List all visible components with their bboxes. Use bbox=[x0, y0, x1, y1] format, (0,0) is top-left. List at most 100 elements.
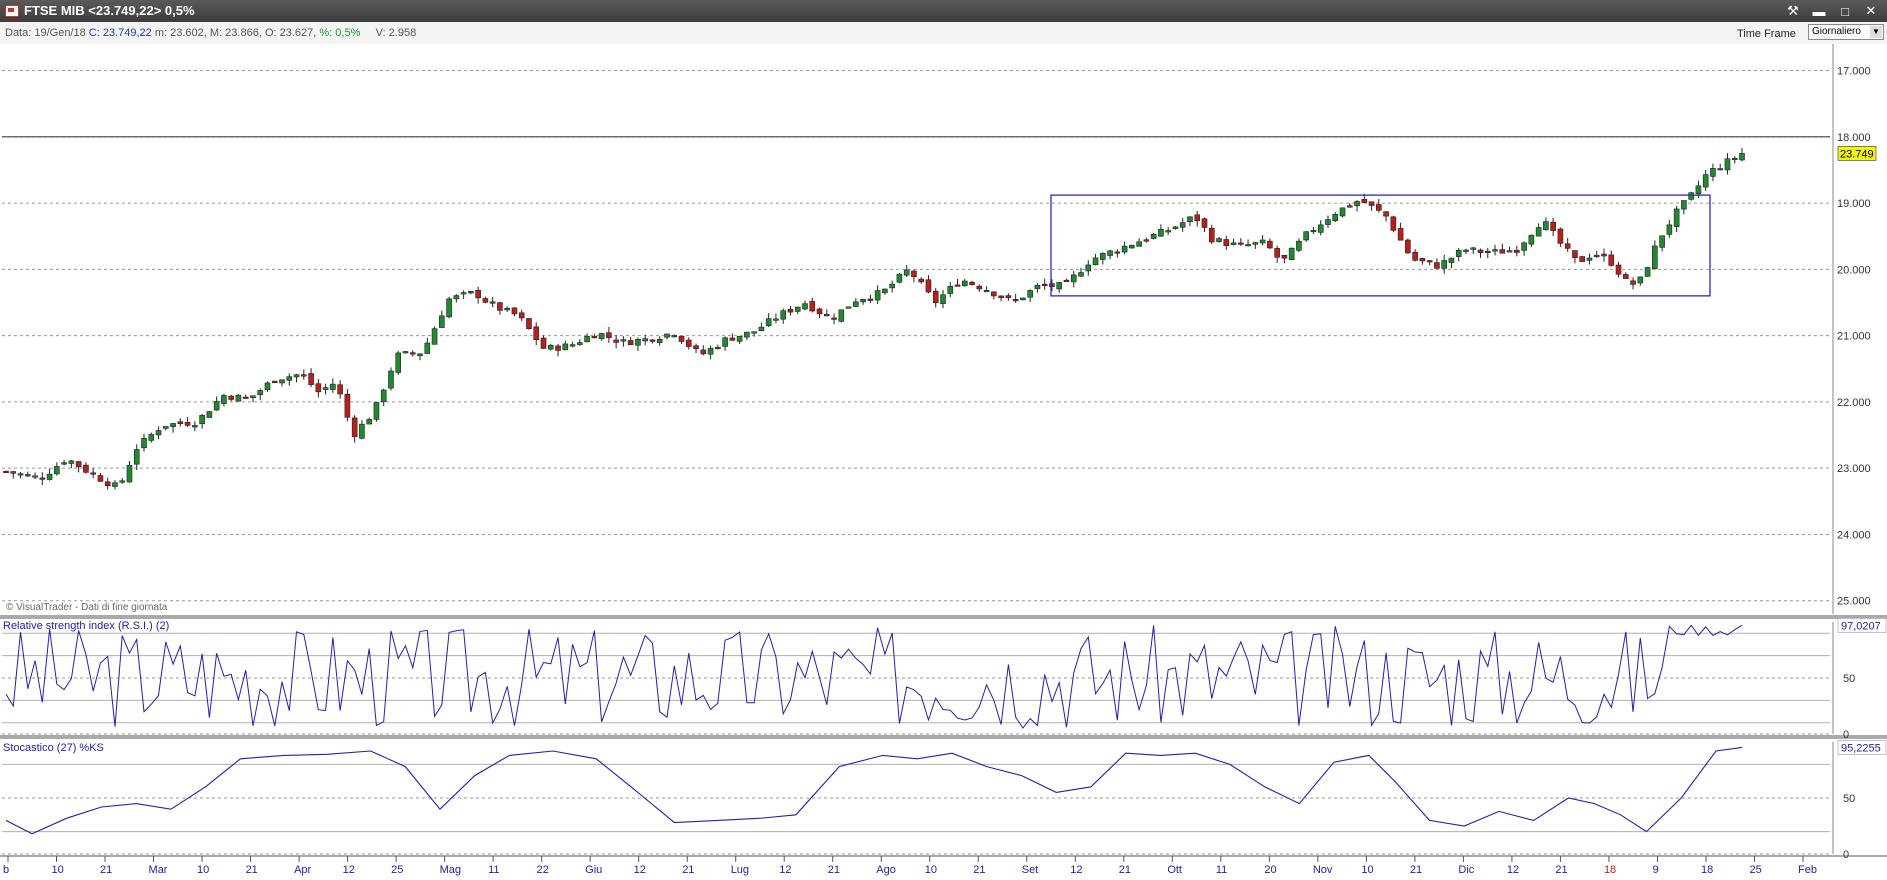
candle-body bbox=[39, 477, 46, 480]
last-price-badge-text: 23.749 bbox=[1840, 148, 1874, 160]
quote-volume: V: 2.958 bbox=[375, 27, 417, 39]
candle-body bbox=[1208, 227, 1215, 243]
candle-body bbox=[744, 331, 750, 338]
candle-body bbox=[1731, 157, 1738, 161]
x-axis-label: Ott bbox=[1167, 864, 1182, 876]
candle-body bbox=[976, 285, 983, 290]
candle-body bbox=[1492, 249, 1498, 252]
candle-body bbox=[678, 335, 685, 342]
x-axis-label: Mag bbox=[440, 864, 461, 876]
candle-body bbox=[250, 395, 256, 398]
candle-body bbox=[460, 292, 467, 295]
candle-body bbox=[627, 340, 634, 345]
quote-pct: %: 0,5% bbox=[319, 27, 361, 39]
candle-body bbox=[802, 303, 808, 310]
candle-body bbox=[3, 470, 9, 474]
candle-body bbox=[446, 298, 452, 318]
candle-body bbox=[540, 337, 547, 349]
candle-body bbox=[584, 336, 590, 343]
candle-body bbox=[257, 390, 264, 395]
x-axis-label: 21 bbox=[1119, 864, 1131, 876]
settings-icon[interactable]: ⚒ bbox=[1781, 2, 1805, 20]
x-axis-label: 18 bbox=[1604, 864, 1616, 876]
candle-body bbox=[475, 289, 481, 299]
maximize-button[interactable]: □ bbox=[1833, 2, 1857, 20]
candle-body bbox=[497, 302, 503, 311]
candle-body bbox=[373, 402, 380, 420]
candle-body bbox=[1310, 229, 1317, 233]
candle-body bbox=[330, 383, 336, 390]
x-axis-label: 22 bbox=[537, 864, 549, 876]
candle-body bbox=[707, 347, 714, 355]
price-tick-label: 22.000 bbox=[1837, 397, 1871, 409]
chart-area[interactable]: 25.000 24.000 23.000 22.000 21.000 20.000 19.0… bbox=[0, 44, 1887, 880]
timeframe-select[interactable]: Giornaliero ▼ bbox=[1808, 24, 1884, 40]
candle-body bbox=[1673, 208, 1680, 227]
quote-stats: Data: 19/Gen/18 C: 23.749,22 m: 23.602, … bbox=[5, 27, 416, 39]
candle-body bbox=[1245, 244, 1251, 247]
candle-body bbox=[1092, 257, 1099, 266]
candle-body bbox=[562, 343, 569, 351]
candle-body bbox=[954, 284, 961, 287]
candle-body bbox=[264, 382, 271, 391]
candle-body bbox=[104, 481, 111, 486]
candle-body bbox=[68, 460, 75, 464]
close-button[interactable]: ✕ bbox=[1859, 2, 1883, 20]
rsi-tick-label: 50 bbox=[1843, 673, 1855, 685]
candle-body bbox=[366, 419, 372, 425]
candle-body bbox=[642, 338, 648, 342]
candle-body bbox=[1455, 249, 1462, 257]
candle-body bbox=[112, 482, 118, 487]
candle-body bbox=[1121, 245, 1128, 253]
quote-high: M: 23.866, bbox=[209, 27, 262, 39]
candle-body bbox=[1557, 228, 1564, 244]
candle-body bbox=[228, 395, 234, 400]
candle-body bbox=[1041, 283, 1048, 286]
x-axis-label: 10 bbox=[1361, 864, 1373, 876]
chevron-down-icon[interactable]: ▼ bbox=[1870, 26, 1882, 38]
candle-body bbox=[293, 374, 300, 378]
candle-body bbox=[271, 380, 278, 383]
candle-body bbox=[635, 339, 641, 346]
stoch-value-text: 95,2255 bbox=[1841, 742, 1881, 754]
candle-body bbox=[1296, 240, 1302, 251]
stoch-tick-label: 50 bbox=[1843, 793, 1855, 805]
candle-body bbox=[315, 383, 322, 393]
quote-open: O: 23.627, bbox=[264, 27, 317, 39]
candle-body bbox=[1194, 214, 1201, 222]
candle-body bbox=[809, 301, 816, 312]
candle-body bbox=[1659, 235, 1665, 248]
quote-close: C: 23.749,22 bbox=[88, 27, 152, 39]
candle-body bbox=[213, 401, 220, 411]
candle-body bbox=[424, 342, 431, 354]
stoch-tick-label: 0 bbox=[1843, 849, 1849, 861]
candle-body bbox=[1506, 250, 1513, 253]
x-axis-label: 9 bbox=[1652, 864, 1658, 876]
candle-body bbox=[1710, 168, 1716, 177]
candle-body bbox=[1223, 239, 1230, 246]
candle-body bbox=[925, 279, 932, 293]
candle-body bbox=[1107, 250, 1113, 256]
candle-body bbox=[351, 417, 358, 437]
x-axis-label: Apr bbox=[294, 864, 311, 876]
candle-body bbox=[903, 269, 910, 276]
window-titlebar: FTSE MIB <23.749,22> 0,5% ⚒ ▬ □ ✕ bbox=[0, 0, 1887, 22]
candle-body bbox=[1056, 282, 1063, 290]
timeframe-label: Time Frame bbox=[1737, 28, 1796, 40]
candle-body bbox=[1644, 267, 1651, 277]
candle-body bbox=[1572, 250, 1578, 259]
candle-body bbox=[17, 473, 24, 476]
candle-body bbox=[1688, 192, 1694, 200]
price-tick-label: 24.000 bbox=[1837, 529, 1871, 541]
candle-body bbox=[722, 337, 728, 347]
candle-body bbox=[1078, 272, 1084, 277]
candle-body bbox=[591, 336, 598, 339]
candle-body bbox=[983, 290, 990, 293]
candle-body bbox=[1288, 247, 1295, 261]
x-axis-label: 20 bbox=[1264, 864, 1276, 876]
candle-body bbox=[1027, 290, 1033, 298]
candle-body bbox=[148, 434, 155, 441]
candle-body bbox=[838, 309, 845, 322]
candle-body bbox=[439, 315, 445, 328]
minimize-button[interactable]: ▬ bbox=[1807, 2, 1831, 20]
